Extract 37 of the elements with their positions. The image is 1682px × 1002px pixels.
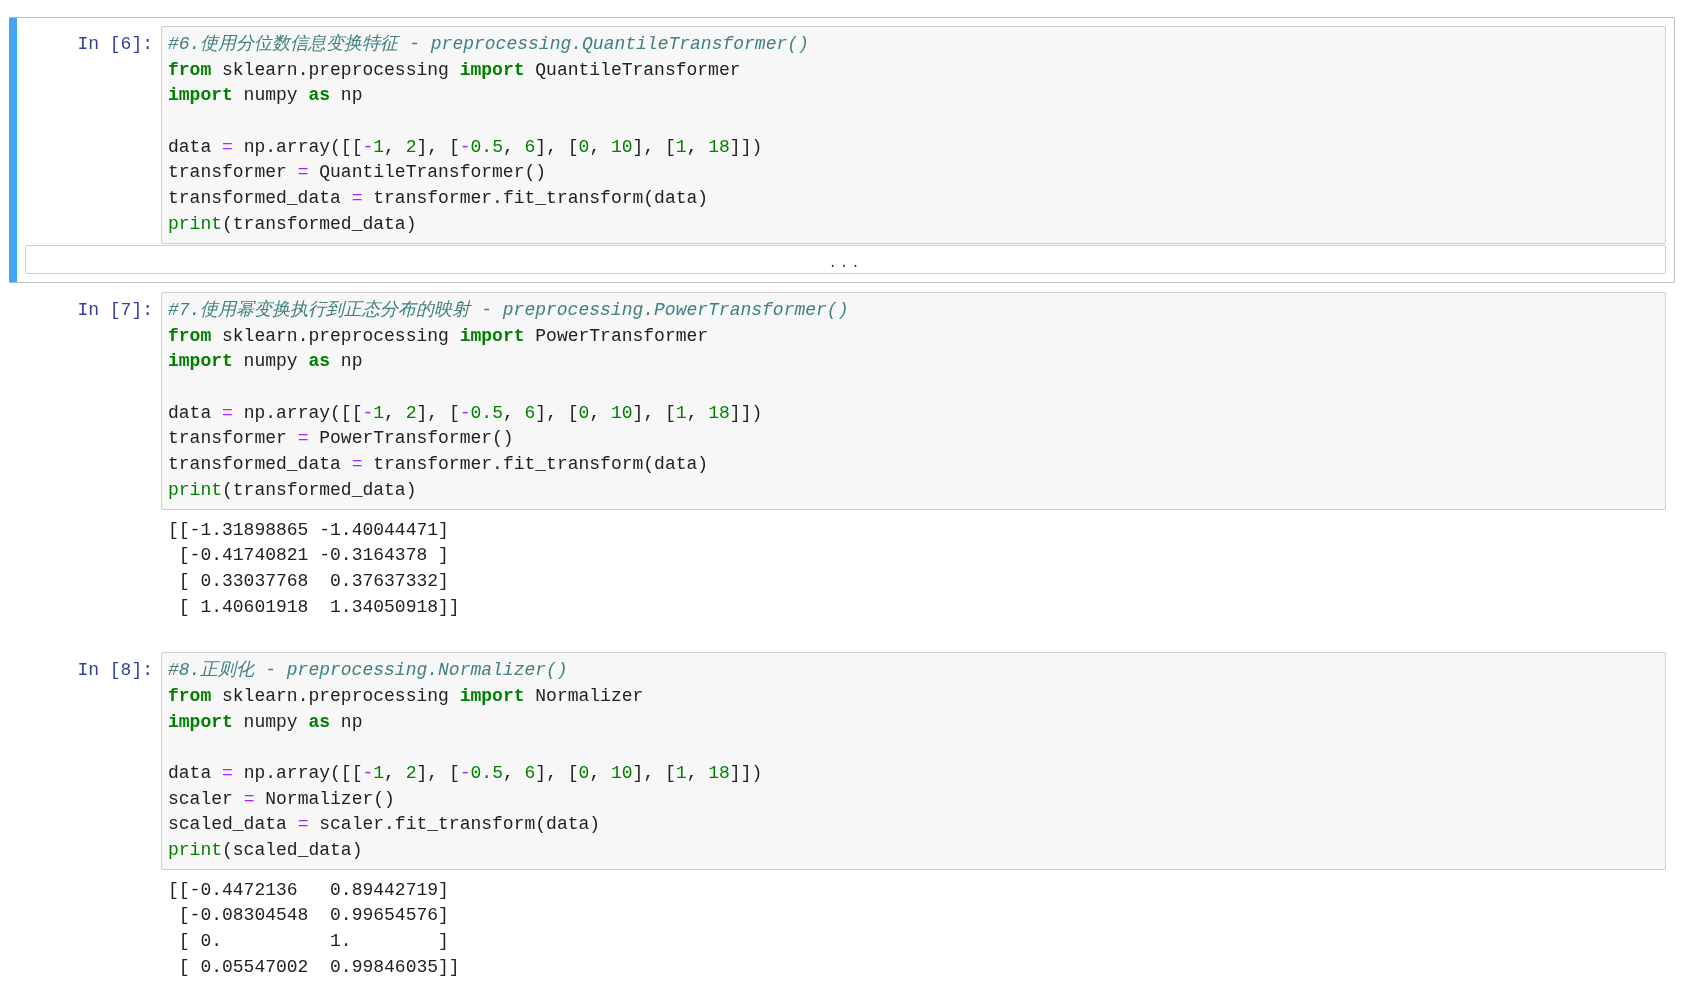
code-line: transformed_data = transformer.fit_transform(data) (168, 187, 709, 211)
code-comment: #8.正则化 - preprocessing.Normalizer() (168, 659, 568, 683)
code-line: scaler = Normalizer() (168, 787, 395, 811)
code-line: data = np.array([[-1, 2], [-0.5, 6], [0, 10], [1, 18]]) (168, 135, 763, 159)
code-line: print(transformed_data) (168, 212, 417, 236)
code-line: print(scaled_data) (168, 839, 363, 863)
output-line: [-0.41740821 -0.3164378 ] (177, 544, 449, 568)
selected-cell[interactable] (9, 17, 1675, 283)
input-prompt: In [8]: (77, 659, 153, 683)
code-line: transformed_data = transformer.fit_transform(data) (168, 453, 709, 477)
output-line: [ 1.40601918 1.34050918]] (177, 595, 460, 619)
code-cell-editor[interactable] (161, 292, 1666, 510)
input-prompt: In [6]: (77, 33, 153, 56)
code-line: import numpy as np (168, 84, 363, 108)
output-line: [ 0. 1. ] (177, 930, 449, 954)
code-comment: #7.使用幂变换执行到正态分布的映射 - preprocessing.PowerTransformer() (168, 299, 849, 322)
output-line: [ 0.05547002 0.99846035]] (177, 955, 460, 979)
code-line: from sklearn.preprocessing import Normalizer (168, 684, 644, 708)
output-line: [ 0.33037768 0.37637332] (177, 569, 449, 593)
code-line: import numpy as np (168, 350, 363, 374)
code-line: data = np.array([[-1, 2], [-0.5, 6], [0, 10], [1, 18]]) (168, 762, 763, 785)
code-line: from sklearn.preprocessing import PowerTransformer (168, 324, 709, 348)
code-line: print(transformed_data) (168, 478, 417, 502)
output-line: [-0.08304548 0.99654576] (177, 904, 449, 928)
input-prompt: In [7]: (77, 299, 153, 322)
code-cell-editor[interactable] (161, 26, 1666, 244)
code-line: from sklearn.preprocessing import QuantileTransformer (168, 58, 741, 82)
code-line: transformer = PowerTransformer() (168, 427, 514, 451)
code-comment: #6.使用分位数信息变换特征 - preprocessing.QuantileTransformer() (168, 33, 809, 56)
code-cell-editor[interactable] (161, 652, 1666, 870)
code-line: data = np.array([[-1, 2], [-0.5, 6], [0, 10], [1, 18]]) (168, 401, 763, 425)
output-line: [[-1.31898865 -1.40044471] (168, 518, 449, 542)
code-line: scaled_data = scaler.fit_transform(data) (168, 813, 601, 837)
code-line: transformer = QuantileTransformer() (168, 161, 547, 185)
output-line: [[-0.4472136 0.89442719] (168, 878, 449, 902)
code-line: import numpy as np (168, 710, 363, 734)
collapsed-output-button[interactable]: ... (25, 244, 1666, 274)
